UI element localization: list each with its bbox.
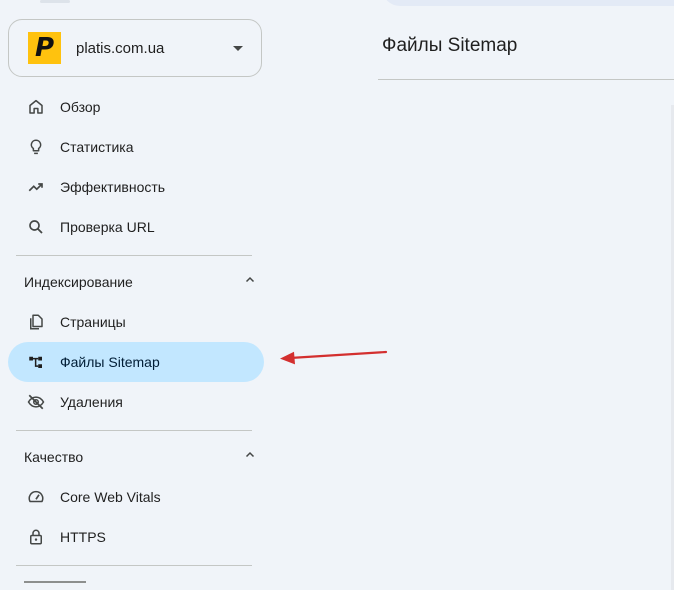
section-header-indexing[interactable]: Индексирование (24, 267, 256, 297)
lightbulb-icon (26, 137, 46, 157)
sitemap-icon (26, 352, 46, 372)
chevron-up-icon (244, 448, 256, 466)
nav-item-url-inspection[interactable]: Проверка URL (8, 207, 264, 247)
nav-item-label: Удаления (60, 394, 123, 410)
nav-item-pages[interactable]: Страницы (8, 302, 264, 342)
clipped-header-element (40, 0, 70, 3)
page-title: Файлы Sitemap (382, 35, 518, 56)
nav-item-insights[interactable]: Статистика (8, 127, 264, 167)
visibility-off-icon (26, 392, 46, 412)
search-icon (26, 217, 46, 237)
home-icon (26, 97, 46, 117)
title-divider (378, 79, 674, 80)
nav-divider (16, 565, 252, 566)
property-name: platis.com.ua (76, 39, 165, 57)
nav-item-label: Core Web Vitals (60, 489, 161, 505)
property-selector[interactable]: P platis.com.ua (8, 19, 262, 77)
section-title: Индексирование (24, 274, 133, 290)
lock-icon (26, 527, 46, 547)
nav-item-https[interactable]: HTTPS (8, 517, 264, 557)
nav-item-label: Проверка URL (60, 219, 155, 235)
section-header-quality[interactable]: Качество (24, 442, 256, 472)
section-title: Качество (24, 449, 84, 465)
nav-item-sitemaps[interactable]: Файлы Sitemap (8, 342, 264, 382)
chevron-up-icon (244, 273, 256, 291)
speed-icon (26, 487, 46, 507)
nav-item-label: Эффективность (60, 179, 166, 195)
nav-item-label: Страницы (60, 314, 126, 330)
pages-icon (26, 312, 46, 332)
nav-item-label: Статистика (60, 139, 134, 155)
nav-item-core-web-vitals[interactable]: Core Web Vitals (8, 477, 264, 517)
nav-item-removals[interactable]: Удаления (8, 382, 264, 422)
search-console-screen: P platis.com.ua Обзор Статистика Эффекти… (0, 0, 674, 590)
nav-divider (16, 430, 252, 431)
nav-item-label: HTTPS (60, 529, 106, 545)
nav-item-performance[interactable]: Эффективность (8, 167, 264, 207)
nav-item-overview[interactable]: Обзор (8, 87, 264, 127)
logo-letter: P (34, 33, 55, 63)
search-bar-remnant[interactable] (382, 0, 674, 6)
property-logo: P (28, 32, 61, 64)
clipped-section-title (24, 581, 86, 590)
nav-divider (16, 255, 252, 256)
annotation-arrow-icon (280, 350, 388, 365)
section-header-clipped[interactable] (24, 578, 256, 590)
nav-item-label: Обзор (60, 99, 101, 115)
trending-up-icon (26, 177, 46, 197)
dropdown-arrow-icon (233, 45, 243, 51)
nav-item-label: Файлы Sitemap (60, 354, 160, 370)
